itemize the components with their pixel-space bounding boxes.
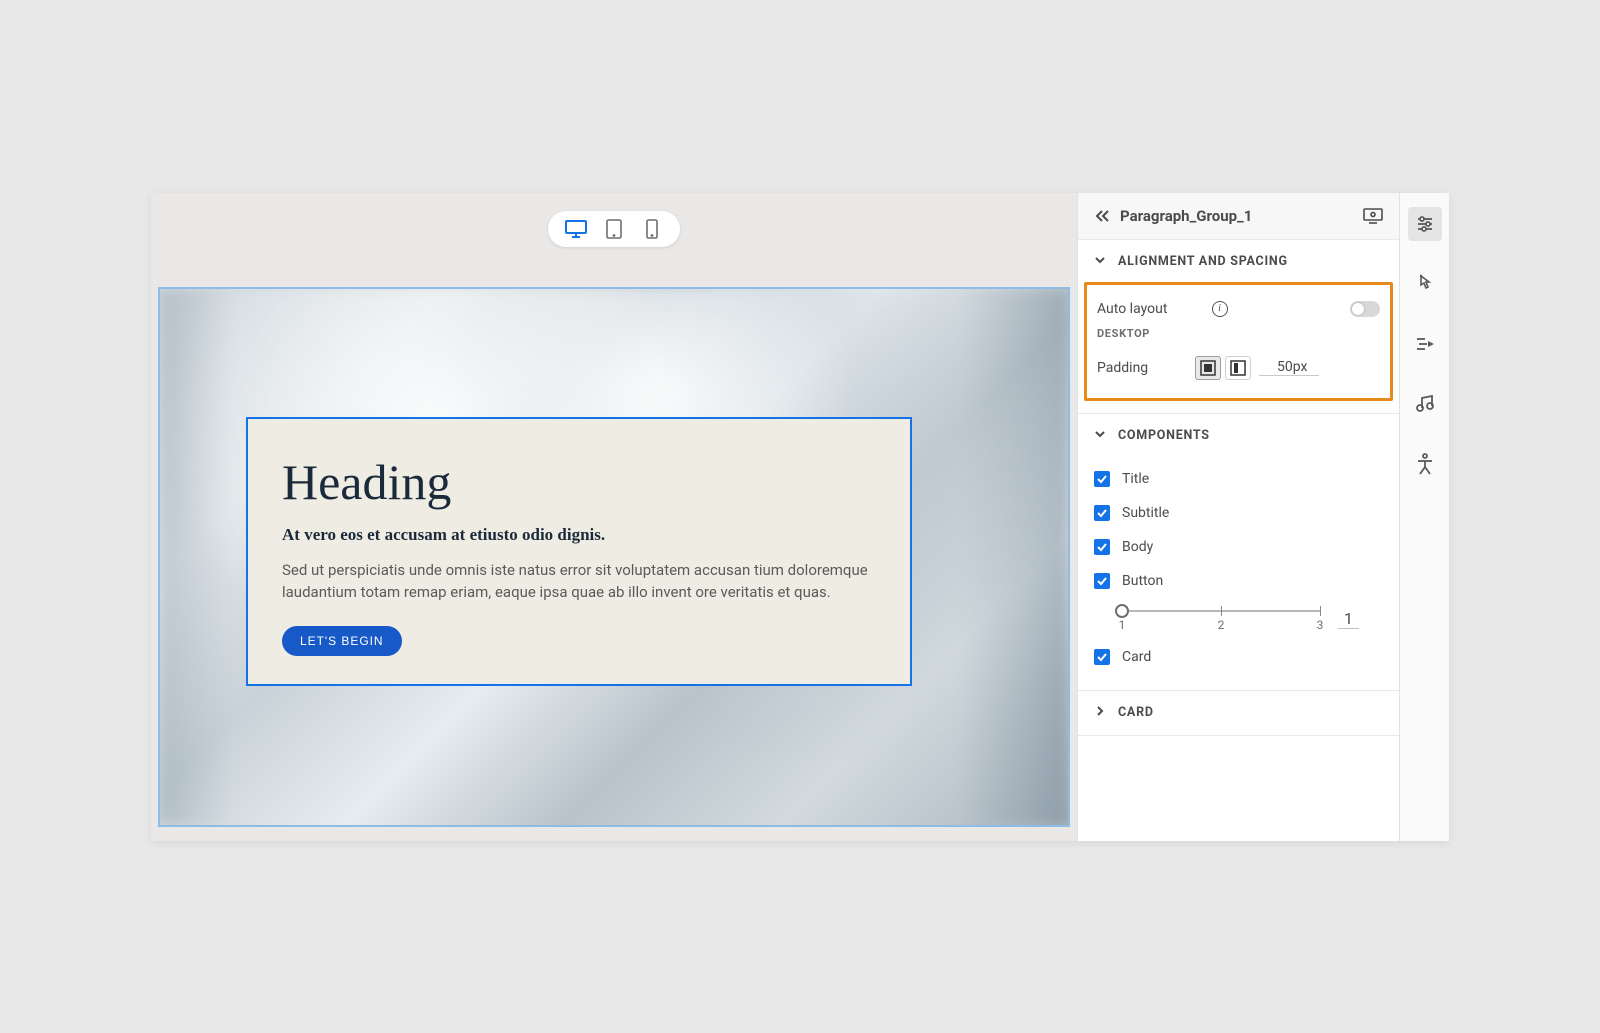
section-card-header[interactable]: CARD bbox=[1078, 691, 1399, 735]
rail-animations-button[interactable] bbox=[1408, 327, 1442, 361]
section-alignment-label: ALIGNMENT AND SPACING bbox=[1118, 254, 1288, 269]
padding-mode-buttons bbox=[1195, 356, 1251, 380]
chevron-down-icon bbox=[1094, 428, 1108, 444]
alignment-highlight: Auto layout i DESKTOP Padding bbox=[1084, 282, 1393, 401]
padding-value[interactable]: 50px bbox=[1259, 359, 1319, 376]
rail-accessibility-button[interactable] bbox=[1408, 447, 1442, 481]
padding-label: Padding bbox=[1097, 360, 1187, 376]
slider-tick-label: 1 bbox=[1119, 618, 1126, 632]
checkbox-title[interactable] bbox=[1094, 471, 1110, 487]
card-subtitle[interactable]: At vero eos et accusam at etiusto odio d… bbox=[282, 525, 876, 545]
breakpoint-label: DESKTOP bbox=[1097, 323, 1380, 340]
properties-panel: Paragraph_Group_1 ALIGNMENT AND SPACING … bbox=[1077, 193, 1399, 841]
device-switcher bbox=[548, 211, 680, 247]
device-desktop-button[interactable] bbox=[564, 217, 588, 241]
component-item: Subtitle bbox=[1094, 496, 1383, 530]
collapse-panel-icon[interactable] bbox=[1094, 209, 1110, 223]
slider-value[interactable]: 1 bbox=[1338, 609, 1359, 629]
preview-canvas[interactable]: Heading At vero eos et accusam at etiust… bbox=[158, 287, 1070, 827]
canvas-area: Heading At vero eos et accusam at etiust… bbox=[151, 193, 1077, 841]
checkbox-button[interactable] bbox=[1094, 573, 1110, 589]
rail-interactions-button[interactable] bbox=[1408, 267, 1442, 301]
section-card-label: CARD bbox=[1118, 705, 1154, 720]
section-card: CARD bbox=[1078, 691, 1399, 736]
cta-button[interactable]: LET'S BEGIN bbox=[282, 626, 402, 656]
paragraph-group-block[interactable]: Heading At vero eos et accusam at etiust… bbox=[246, 417, 912, 686]
section-alignment: ALIGNMENT AND SPACING Auto layout i DESK… bbox=[1078, 240, 1399, 414]
component-item: Button bbox=[1094, 564, 1383, 598]
component-item: Body bbox=[1094, 530, 1383, 564]
components-list: Title Subtitle Body Button bbox=[1078, 458, 1399, 690]
auto-layout-label: Auto layout bbox=[1097, 301, 1204, 317]
preview-icon[interactable] bbox=[1363, 208, 1383, 224]
checkbox-card[interactable] bbox=[1094, 649, 1110, 665]
app-frame: Heading At vero eos et accusam at etiust… bbox=[151, 193, 1449, 841]
component-label: Subtitle bbox=[1122, 505, 1169, 521]
auto-layout-row: Auto layout i bbox=[1097, 295, 1380, 323]
section-components: COMPONENTS Title Subtitle Body Button bbox=[1078, 414, 1399, 691]
properties-title: Paragraph_Group_1 bbox=[1120, 207, 1353, 225]
auto-layout-toggle[interactable] bbox=[1350, 301, 1380, 317]
component-item: Card bbox=[1094, 640, 1383, 674]
rail-audio-button[interactable] bbox=[1408, 387, 1442, 421]
checkbox-subtitle[interactable] bbox=[1094, 505, 1110, 521]
component-label: Card bbox=[1122, 649, 1151, 665]
slider-tick-label: 3 bbox=[1317, 618, 1324, 632]
button-count-slider: 1 2 3 1 bbox=[1094, 598, 1383, 640]
padding-uniform-button[interactable] bbox=[1195, 356, 1221, 380]
padding-row: Padding 50px bbox=[1097, 350, 1380, 386]
component-item: Title bbox=[1094, 462, 1383, 496]
properties-header: Paragraph_Group_1 bbox=[1078, 193, 1399, 240]
section-components-header[interactable]: COMPONENTS bbox=[1078, 414, 1399, 458]
padding-individual-button[interactable] bbox=[1225, 356, 1251, 380]
device-tablet-button[interactable] bbox=[602, 217, 626, 241]
section-alignment-header[interactable]: ALIGNMENT AND SPACING bbox=[1078, 240, 1399, 284]
right-rail bbox=[1399, 193, 1449, 841]
card-heading[interactable]: Heading bbox=[282, 453, 876, 511]
section-components-label: COMPONENTS bbox=[1118, 428, 1210, 443]
rail-properties-button[interactable] bbox=[1408, 207, 1442, 241]
chevron-down-icon bbox=[1094, 254, 1108, 270]
slider-track[interactable]: 1 2 3 bbox=[1122, 604, 1320, 634]
info-icon[interactable]: i bbox=[1212, 301, 1228, 317]
checkbox-body[interactable] bbox=[1094, 539, 1110, 555]
slider-tick-label: 2 bbox=[1218, 618, 1225, 632]
card-body[interactable]: Sed ut perspiciatis unde omnis iste natu… bbox=[282, 559, 876, 604]
component-label: Title bbox=[1122, 471, 1149, 487]
device-mobile-button[interactable] bbox=[640, 217, 664, 241]
chevron-right-icon bbox=[1094, 705, 1108, 721]
component-label: Body bbox=[1122, 539, 1153, 555]
component-label: Button bbox=[1122, 573, 1163, 589]
slider-thumb[interactable] bbox=[1115, 604, 1129, 618]
